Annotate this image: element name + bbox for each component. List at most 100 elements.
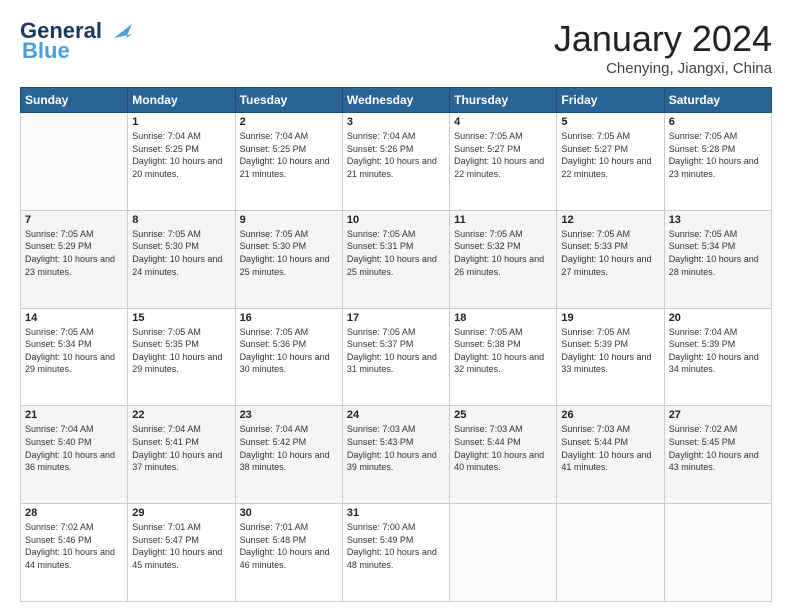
day-info: Sunrise: 7:05 AMSunset: 5:37 PMDaylight:… (347, 326, 445, 376)
col-monday: Monday (128, 88, 235, 113)
col-saturday: Saturday (664, 88, 771, 113)
day-info: Sunrise: 7:05 AMSunset: 5:32 PMDaylight:… (454, 228, 552, 278)
day-info: Sunrise: 7:04 AMSunset: 5:42 PMDaylight:… (240, 423, 338, 473)
day-info: Sunrise: 7:01 AMSunset: 5:48 PMDaylight:… (240, 521, 338, 571)
day-number: 23 (240, 409, 338, 421)
day-info: Sunrise: 7:05 AMSunset: 5:27 PMDaylight:… (561, 130, 659, 180)
day-info: Sunrise: 7:05 AMSunset: 5:27 PMDaylight:… (454, 130, 552, 180)
title-block: January 2024 Chenying, Jiangxi, China (554, 18, 772, 77)
table-row: 24 Sunrise: 7:03 AMSunset: 5:43 PMDayligh… (342, 406, 449, 504)
calendar-week-row: 14Sunrise: 7:05 AMSunset: 5:34 PMDayligh… (21, 308, 772, 406)
day-info: Sunrise: 7:02 AMSunset: 5:45 PMDaylight:… (669, 423, 767, 473)
day-number: 1 (132, 116, 230, 128)
calendar-header-row: Sunday Monday Tuesday Wednesday Thursday… (21, 88, 772, 113)
table-row: 9 Sunrise: 7:05 AMSunset: 5:30 PMDaylight… (235, 210, 342, 308)
table-row: 16 Sunrise: 7:05 AMSunset: 5:36 PMDayligh… (235, 308, 342, 406)
day-number: 22 (132, 409, 230, 421)
table-row: 11 Sunrise: 7:05 AMSunset: 5:32 PMDayligh… (450, 210, 557, 308)
day-info: Sunrise: 7:03 AMSunset: 5:44 PMDaylight:… (561, 423, 659, 473)
day-info: Sunrise: 7:05 AMSunset: 5:36 PMDaylight:… (240, 326, 338, 376)
day-number: 27 (669, 409, 767, 421)
day-number: 2 (240, 116, 338, 128)
day-number: 30 (240, 507, 338, 519)
calendar-table: Sunday Monday Tuesday Wednesday Thursday… (20, 87, 772, 602)
table-row (450, 504, 557, 602)
table-row (557, 504, 664, 602)
day-number: 28 (25, 507, 123, 519)
day-info: Sunrise: 7:03 AMSunset: 5:44 PMDaylight:… (454, 423, 552, 473)
day-number: 25 (454, 409, 552, 421)
day-number: 26 (561, 409, 659, 421)
page: General Blue January 2024 Chenying, Jian… (0, 0, 792, 612)
day-info: Sunrise: 7:03 AMSunset: 5:43 PMDaylight:… (347, 423, 445, 473)
day-number: 20 (669, 312, 767, 324)
location: Chenying, Jiangxi, China (554, 60, 772, 77)
day-number: 17 (347, 312, 445, 324)
table-row: 17 Sunrise: 7:05 AMSunset: 5:37 PMDayligh… (342, 308, 449, 406)
table-row: 25 Sunrise: 7:03 AMSunset: 5:44 PMDayligh… (450, 406, 557, 504)
table-row: 29Sunrise: 7:01 AMSunset: 5:47 PMDayligh… (128, 504, 235, 602)
table-row: 26 Sunrise: 7:03 AMSunset: 5:44 PMDayligh… (557, 406, 664, 504)
table-row (21, 113, 128, 211)
table-row: 22 Sunrise: 7:04 AMSunset: 5:41 PMDayligh… (128, 406, 235, 504)
day-info: Sunrise: 7:05 AMSunset: 5:29 PMDaylight:… (25, 228, 123, 278)
day-number: 31 (347, 507, 445, 519)
header: General Blue January 2024 Chenying, Jian… (20, 18, 772, 77)
day-info: Sunrise: 7:04 AMSunset: 5:41 PMDaylight:… (132, 423, 230, 473)
day-info: Sunrise: 7:04 AMSunset: 5:25 PMDaylight:… (132, 130, 230, 180)
table-row: 23 Sunrise: 7:04 AMSunset: 5:42 PMDayligh… (235, 406, 342, 504)
day-info: Sunrise: 7:05 AMSunset: 5:34 PMDaylight:… (25, 326, 123, 376)
table-row: 7 Sunrise: 7:05 AMSunset: 5:29 PMDaylight… (21, 210, 128, 308)
table-row: 21 Sunrise: 7:04 AMSunset: 5:40 PMDayligh… (21, 406, 128, 504)
table-row: 15 Sunrise: 7:05 AMSunset: 5:35 PMDayligh… (128, 308, 235, 406)
logo-bird-icon (104, 20, 132, 42)
day-number: 24 (347, 409, 445, 421)
day-number: 21 (25, 409, 123, 421)
table-row: 20Sunrise: 7:04 AMSunset: 5:39 PMDayligh… (664, 308, 771, 406)
table-row: 8Sunrise: 7:05 AMSunset: 5:30 PMDaylight… (128, 210, 235, 308)
day-number: 15 (132, 312, 230, 324)
day-info: Sunrise: 7:00 AMSunset: 5:49 PMDaylight:… (347, 521, 445, 571)
col-tuesday: Tuesday (235, 88, 342, 113)
calendar-week-row: 1 Sunrise: 7:04 AMSunset: 5:25 PMDaylight… (21, 113, 772, 211)
table-row: 13Sunrise: 7:05 AMSunset: 5:34 PMDayligh… (664, 210, 771, 308)
day-number: 18 (454, 312, 552, 324)
table-row: 12Sunrise: 7:05 AMSunset: 5:33 PMDayligh… (557, 210, 664, 308)
day-info: Sunrise: 7:05 AMSunset: 5:30 PMDaylight:… (240, 228, 338, 278)
col-wednesday: Wednesday (342, 88, 449, 113)
day-info: Sunrise: 7:05 AMSunset: 5:38 PMDaylight:… (454, 326, 552, 376)
table-row: 2 Sunrise: 7:04 AMSunset: 5:25 PMDaylight… (235, 113, 342, 211)
day-number: 7 (25, 214, 123, 226)
col-friday: Friday (557, 88, 664, 113)
table-row: 19Sunrise: 7:05 AMSunset: 5:39 PMDayligh… (557, 308, 664, 406)
col-thursday: Thursday (450, 88, 557, 113)
table-row: 27 Sunrise: 7:02 AMSunset: 5:45 PMDayligh… (664, 406, 771, 504)
day-number: 6 (669, 116, 767, 128)
table-row: 10Sunrise: 7:05 AMSunset: 5:31 PMDayligh… (342, 210, 449, 308)
day-number: 5 (561, 116, 659, 128)
table-row: 1 Sunrise: 7:04 AMSunset: 5:25 PMDaylight… (128, 113, 235, 211)
month-title: January 2024 (554, 18, 772, 60)
day-info: Sunrise: 7:01 AMSunset: 5:47 PMDaylight:… (132, 521, 230, 571)
table-row: 4Sunrise: 7:05 AMSunset: 5:27 PMDaylight… (450, 113, 557, 211)
table-row: 18 Sunrise: 7:05 AMSunset: 5:38 PMDayligh… (450, 308, 557, 406)
day-number: 11 (454, 214, 552, 226)
day-info: Sunrise: 7:02 AMSunset: 5:46 PMDaylight:… (25, 521, 123, 571)
day-info: Sunrise: 7:05 AMSunset: 5:35 PMDaylight:… (132, 326, 230, 376)
day-number: 12 (561, 214, 659, 226)
table-row: 30 Sunrise: 7:01 AMSunset: 5:48 PMDayligh… (235, 504, 342, 602)
day-info: Sunrise: 7:04 AMSunset: 5:26 PMDaylight:… (347, 130, 445, 180)
day-number: 10 (347, 214, 445, 226)
day-number: 13 (669, 214, 767, 226)
day-info: Sunrise: 7:04 AMSunset: 5:25 PMDaylight:… (240, 130, 338, 180)
col-sunday: Sunday (21, 88, 128, 113)
calendar-week-row: 21 Sunrise: 7:04 AMSunset: 5:40 PMDayligh… (21, 406, 772, 504)
day-info: Sunrise: 7:04 AMSunset: 5:40 PMDaylight:… (25, 423, 123, 473)
logo: General Blue (20, 18, 132, 64)
day-number: 16 (240, 312, 338, 324)
day-number: 3 (347, 116, 445, 128)
day-number: 9 (240, 214, 338, 226)
logo-blue: Blue (22, 38, 70, 64)
table-row (664, 504, 771, 602)
calendar-week-row: 7 Sunrise: 7:05 AMSunset: 5:29 PMDaylight… (21, 210, 772, 308)
